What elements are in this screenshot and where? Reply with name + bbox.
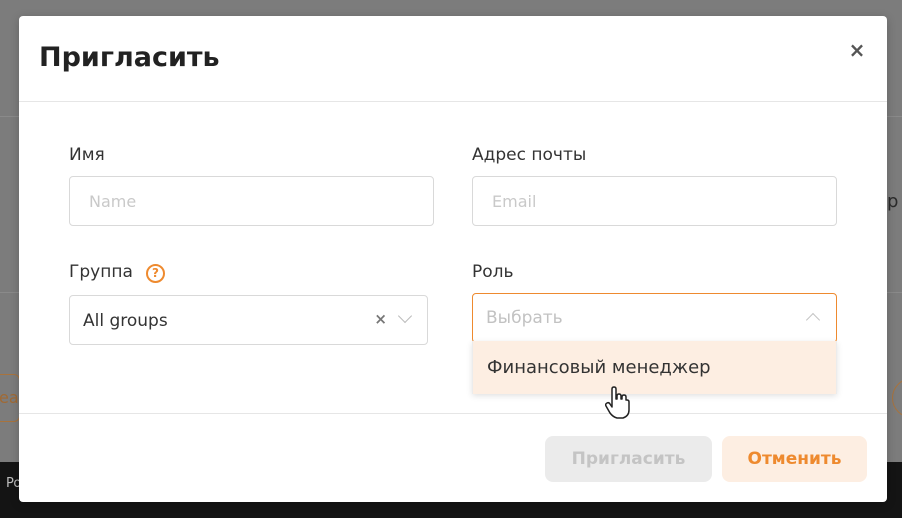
name-label: Имя [69, 145, 105, 165]
modal-title: Пригласить [39, 42, 220, 73]
cancel-button[interactable]: Отменить [722, 436, 867, 482]
close-icon[interactable]: × [847, 40, 867, 60]
background-divider [0, 292, 19, 293]
background-divider [0, 116, 19, 117]
name-input[interactable] [69, 176, 434, 226]
background-divider [887, 116, 902, 117]
help-icon[interactable]: ? [146, 264, 165, 283]
modal-footer: Пригласить Отменить [19, 413, 887, 502]
role-select[interactable]: Выбрать [472, 293, 837, 343]
chevron-down-icon[interactable] [397, 308, 413, 324]
chevron-up-icon[interactable] [805, 312, 821, 328]
background-button-fragment: ea [0, 374, 20, 422]
modal-header: Пригласить × [19, 16, 887, 102]
email-label: Адрес почты [472, 145, 587, 165]
invite-modal: Пригласить × Имя Адрес почты Группа ? Al… [19, 16, 887, 502]
email-input[interactable] [472, 176, 837, 226]
invite-button[interactable]: Пригласить [545, 436, 712, 482]
role-dropdown: Финансовый менеджер [472, 341, 837, 394]
group-select[interactable]: All groups × [69, 295, 428, 345]
group-select-value: All groups [83, 311, 168, 331]
background-divider [887, 292, 902, 293]
hand-pointer-icon [605, 386, 630, 419]
background-text-fragment: p [887, 191, 899, 212]
clear-icon[interactable]: × [374, 310, 387, 328]
role-select-placeholder: Выбрать [486, 308, 563, 328]
group-label: Группа [69, 262, 133, 282]
role-label: Роль [472, 262, 514, 282]
role-option-financial-manager[interactable]: Финансовый менеджер [473, 341, 836, 394]
